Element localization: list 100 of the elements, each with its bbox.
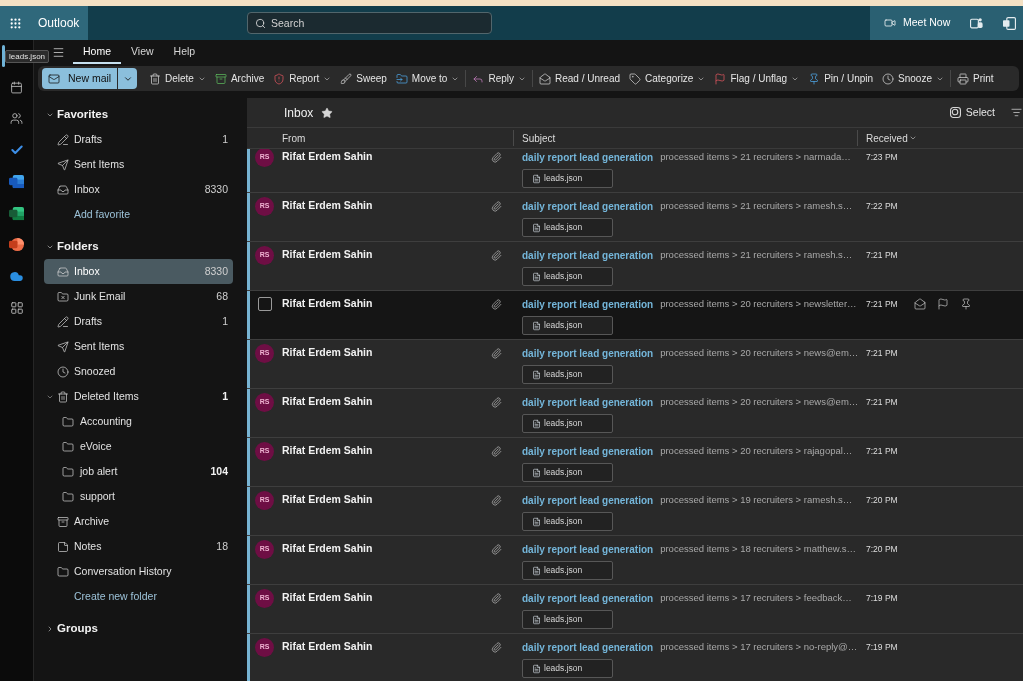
attachment-chip[interactable]: leads.json: [522, 316, 613, 335]
folder-blocked-icon: [57, 290, 69, 303]
section-title: Folders: [57, 238, 99, 254]
folder-icon: [62, 415, 74, 428]
attachment-chip[interactable]: leads.json: [522, 659, 613, 678]
attachment-chip[interactable]: leads.json: [522, 463, 613, 482]
column-header[interactable]: Received: [866, 130, 917, 146]
apps-grid-icon[interactable]: [9, 300, 24, 315]
note-icon: [57, 540, 69, 553]
text-link[interactable]: Create new folder: [74, 588, 157, 605]
pin-button[interactable]: Pin / Unpin: [805, 68, 877, 89]
menu-icon[interactable]: [52, 45, 65, 59]
checkbox[interactable]: [257, 297, 272, 311]
app-launcher-icon[interactable]: [9, 16, 22, 30]
snooze-button[interactable]: Snooze: [879, 68, 947, 89]
paperclip-icon: [491, 347, 502, 359]
file-icon: [532, 467, 541, 478]
received-time: 7:21 PM: [866, 248, 898, 262]
categorize-button[interactable]: Categorize: [626, 68, 709, 89]
folder-item[interactable]: Archive: [44, 509, 233, 534]
document-tile-icon[interactable]: [9, 174, 24, 190]
sender-name: Rifat Erdem Sahin: [282, 590, 373, 606]
section-header[interactable]: Folders: [44, 234, 233, 259]
attachment-chip[interactable]: leads.json: [522, 218, 613, 237]
attachment-chip[interactable]: leads.json: [522, 267, 613, 286]
attachment-chip[interactable]: leads.json: [522, 512, 613, 531]
folder-item[interactable]: job alert 104: [44, 459, 233, 484]
folder-item[interactable]: Notes 18: [44, 534, 233, 559]
star-icon[interactable]: [321, 106, 334, 119]
attachment-chip[interactable]: leads.json: [522, 610, 613, 629]
attachment-chip[interactable]: leads.json: [522, 561, 613, 580]
favorite-item[interactable]: Inbox 8330: [44, 177, 233, 202]
flag-icon: [714, 72, 727, 85]
notebook-icon[interactable]: [1003, 16, 1017, 30]
folder-item[interactable]: eVoice: [44, 434, 233, 459]
presentation-disc-icon[interactable]: [9, 237, 24, 253]
ribbon-tab[interactable]: Help: [163, 40, 206, 64]
file-icon: [532, 222, 541, 233]
open-envelope-icon: [539, 72, 551, 85]
select-button[interactable]: Select: [949, 104, 995, 121]
attachment-chip[interactable]: leads.json: [522, 414, 613, 433]
ribbon-tab[interactable]: Home: [73, 40, 121, 64]
paperclip-icon: [491, 445, 502, 457]
pin-icon[interactable]: [959, 298, 972, 310]
flag-icon[interactable]: [936, 298, 949, 310]
section-header[interactable]: Groups: [44, 616, 233, 641]
folder-icon: [57, 565, 69, 578]
message-preview: processed items > 17 recruiters > no-reply@…: [660, 639, 858, 654]
received-time: 7:23 PM: [866, 150, 898, 164]
folder-item[interactable]: Inbox 8330: [44, 259, 233, 284]
folder-item[interactable]: Sent Items: [44, 334, 233, 359]
folder-item[interactable]: Conversation History: [44, 559, 233, 584]
reply-button[interactable]: Reply: [469, 68, 529, 89]
report-button[interactable]: Report: [270, 68, 335, 89]
print-button[interactable]: Print: [953, 68, 997, 89]
search-field[interactable]: Search: [247, 12, 492, 34]
folder-label: Conversation History: [74, 563, 172, 579]
file-icon: [532, 663, 541, 674]
list-title: Inbox: [284, 104, 314, 122]
file-icon: [532, 418, 541, 429]
spreadsheet-tile-icon[interactable]: [9, 205, 24, 221]
sweep-button[interactable]: Sweep: [337, 68, 390, 89]
paperclip-icon: [491, 494, 502, 506]
paperclip-icon: [491, 396, 502, 408]
new-mail-button[interactable]: New mail: [42, 68, 117, 89]
delete-button[interactable]: Delete: [146, 68, 209, 89]
folder-item[interactable]: Junk Email 68: [44, 284, 233, 309]
favorite-item[interactable]: Drafts 1: [44, 127, 233, 152]
column-header[interactable]: From: [282, 130, 306, 146]
meet-now-button[interactable]: Meet Now: [884, 15, 951, 31]
move-to-button[interactable]: Move to: [392, 68, 463, 89]
flag-button[interactable]: Flag / Unflag: [711, 68, 803, 89]
folder-item[interactable]: Drafts 1: [44, 309, 233, 334]
sender-name: Rifat Erdem Sahin: [282, 345, 373, 361]
folder-item[interactable]: support: [44, 484, 233, 509]
filter-icon[interactable]: [1011, 107, 1022, 118]
folder-label: Drafts: [74, 131, 102, 147]
folder-label: Deleted Items: [74, 388, 139, 404]
favorite-item[interactable]: Sent Items: [44, 152, 233, 177]
text-link[interactable]: Add favorite: [74, 206, 131, 223]
trash-icon: [57, 390, 69, 403]
new-mail-dropdown-button[interactable]: [118, 68, 137, 89]
folder-label: Sent Items: [74, 156, 125, 172]
open-envelope-icon[interactable]: [913, 298, 926, 310]
people-icon[interactable]: [10, 112, 23, 126]
attachment-chip[interactable]: leads.json: [522, 365, 613, 384]
archive-button[interactable]: Archive: [211, 68, 268, 89]
section-header[interactable]: Favorites: [44, 102, 233, 127]
calendar-icon[interactable]: [10, 80, 23, 94]
team-chat-icon[interactable]: [970, 16, 984, 30]
folder-item[interactable]: Deleted Items 1: [44, 384, 233, 409]
ribbon-tab[interactable]: View: [121, 40, 164, 64]
folder-item[interactable]: Snoozed: [44, 359, 233, 384]
attachment-chip[interactable]: leads.json: [522, 169, 613, 188]
select-icon: [949, 107, 961, 118]
message-row[interactable]: Rifat Erdem Sahin daily report lead generation processed items > 20 recruiters > newsletter… leads.json 7:21 PM: [247, 291, 1023, 340]
folder-item[interactable]: Accounting: [44, 409, 233, 434]
read-unread-button[interactable]: Read / Unread: [536, 68, 624, 89]
item-count: 1: [222, 313, 228, 329]
column-header[interactable]: Subject: [522, 130, 556, 146]
